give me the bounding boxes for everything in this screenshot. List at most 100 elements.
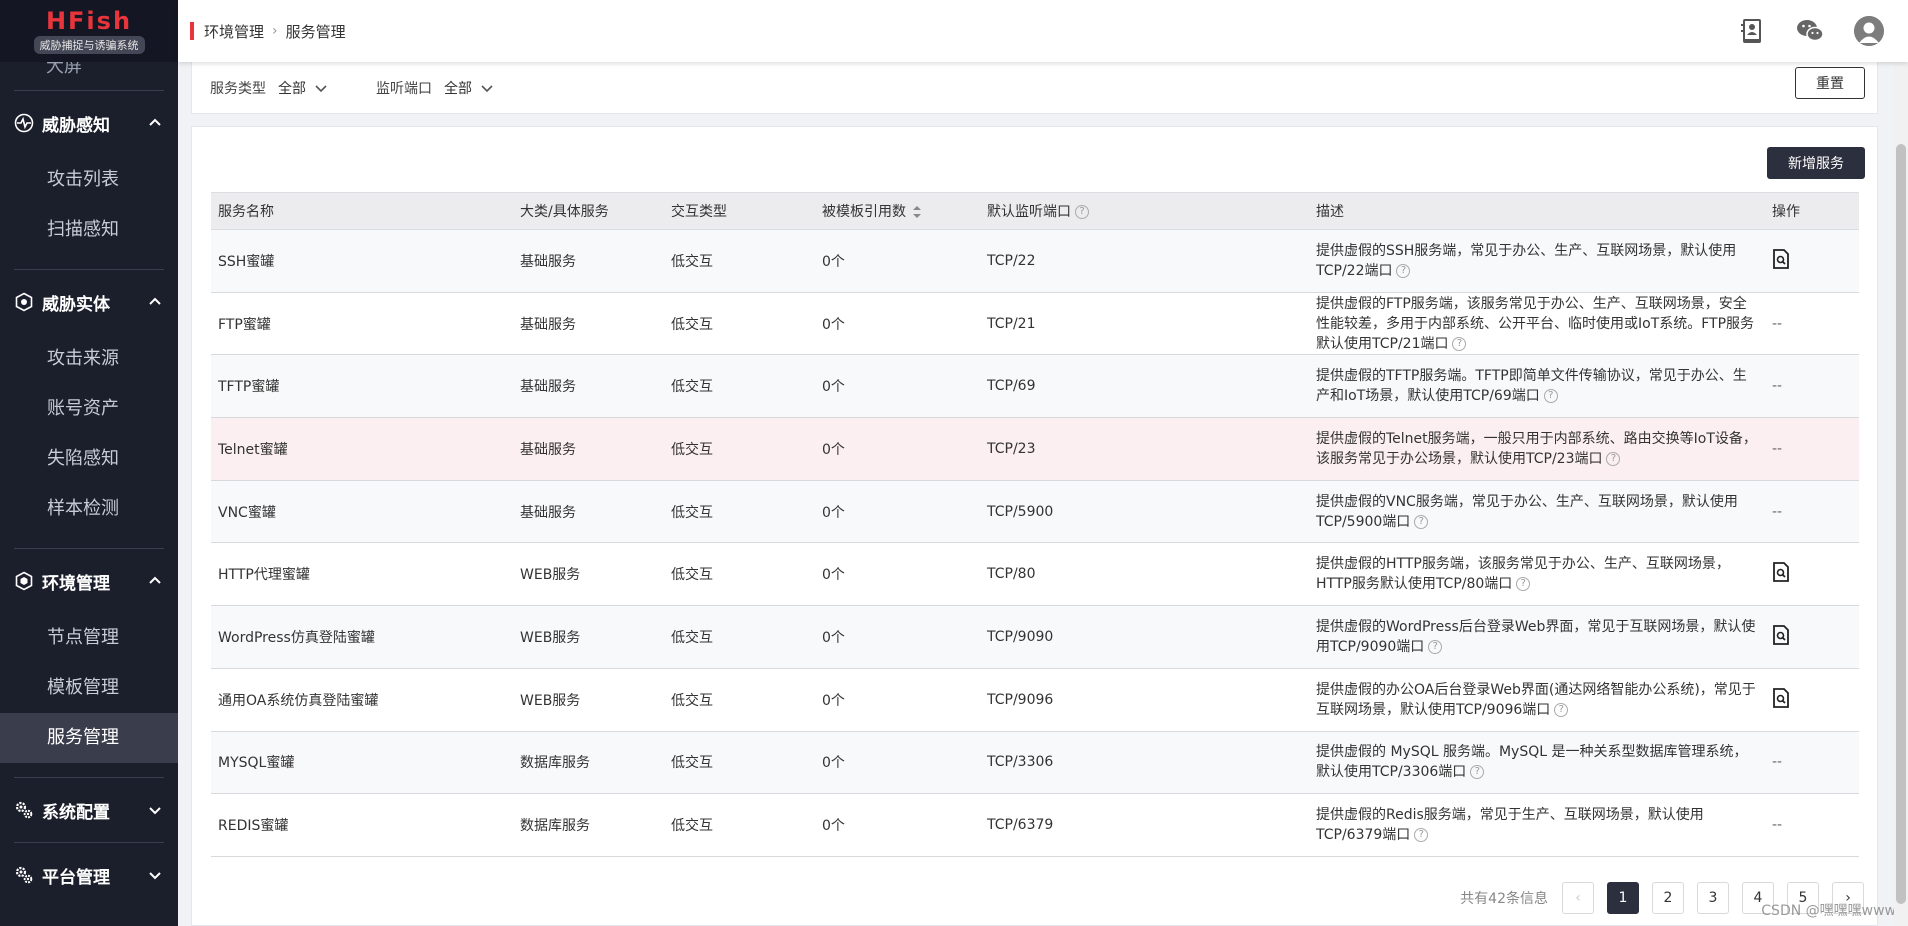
help-icon[interactable]: ? [1428,639,1443,654]
cell-desc-text: 提供虚假的Redis服务端，常见于生产、互联网场景，默认使用TCP/6379端口 [1316,807,1704,844]
chevron-down-icon [149,807,161,815]
help-icon[interactable]: ? [1075,205,1089,219]
table-row[interactable]: WordPress仿真登陆蜜罐 WEB服务 低交互 0个 TCP/9090 提供虚假的Wo… [211,605,1859,669]
view-document-icon[interactable] [1772,248,1790,269]
cell-name: TFTP蜜罐 [211,354,513,419]
table-row[interactable]: MYSQL蜜罐 数据库服务 低交互 0个 TCP/3306 提供虚假的 MySQL 服务端… [211,731,1859,795]
sidebar-item-attack-list[interactable]: 攻击列表 [0,155,178,205]
cell-category: 基础服务 [513,292,664,356]
help-icon[interactable]: ? [1554,702,1569,717]
add-service-button[interactable]: 新增服务 [1767,147,1865,179]
contact-book-icon[interactable] [1738,17,1766,45]
listen-port-select[interactable]: 全部 [444,78,472,98]
sidebar-item-account-assets[interactable]: 账号资产 [0,384,178,434]
ops-placeholder: -- [1772,440,1783,457]
table-row[interactable]: HTTP代理蜜罐 WEB服务 低交互 0个 TCP/80 提供虚假的HTTP服务端，该服务… [211,542,1859,607]
cell-refs: 0个 [815,292,980,356]
cell-desc-text: 提供虚假的SSH服务端，常见于办公、生产、互联网场景，默认使用TCP/22端口 [1316,242,1737,279]
chevron-up-icon [149,576,161,584]
sidebar-item-scan-perception[interactable]: 扫描感知 [0,205,178,255]
page-button[interactable]: 3 [1697,882,1729,914]
table-row[interactable]: Telnet蜜罐 基础服务 低交互 0个 TCP/23 提供虚假的Telnet服务端，一般… [211,417,1859,481]
chevron-up-icon [149,297,161,305]
help-icon[interactable]: ? [1452,336,1467,351]
nav-group-threat-entity[interactable]: 威胁实体 [0,270,178,334]
nav-group-threat-perception[interactable]: 威胁感知 [0,91,178,155]
view-document-icon[interactable] [1772,562,1790,583]
filter-bar: 服务类型 全部 监听端口 全部 重置 [191,62,1878,114]
cell-refs: 0个 [815,668,980,732]
cell-port: TCP/23 [980,417,1309,481]
view-document-icon[interactable] [1772,625,1790,645]
cell-category: 数据库服务 [513,731,664,795]
help-icon[interactable]: ? [1516,577,1531,592]
cell-category: 基础服务 [513,229,664,293]
view-document-icon[interactable] [1772,687,1790,708]
help-icon[interactable]: ? [1470,765,1485,780]
breadcrumb-item[interactable]: 环境管理 [204,21,264,42]
cell-refs: 0个 [815,480,980,544]
help-icon[interactable]: ? [1414,828,1429,843]
cell-interaction: 低交互 [664,731,815,795]
table-row[interactable]: FTP蜜罐 基础服务 低交互 0个 TCP/21 提供虚假的FTP服务端，该服务常见于办公… [211,292,1859,356]
logo[interactable]: HFish 威胁捕捉与诱骗系统 [0,0,178,62]
column-header-refs[interactable]: 被模板引用数 [815,192,980,230]
column-header-category: 大类/具体服务 [513,192,664,230]
table-row[interactable]: VNC蜜罐 基础服务 低交互 0个 TCP/5900 提供虚假的VNC服务端，常见于办公、… [211,480,1859,544]
cell-port: TCP/3306 [980,731,1309,795]
cell-interaction: 低交互 [664,605,815,669]
cell-refs: 0个 [815,731,980,795]
nav-group-label: 环境管理 [42,573,110,594]
nav-group-system-config[interactable]: 系统配置 [0,778,178,842]
scrollbar-thumb[interactable] [1896,144,1906,904]
table-row[interactable]: SSH蜜罐 基础服务 低交互 0个 TCP/22 提供虚假的SSH服务端，常见于办公、生产… [211,229,1859,293]
sidebar-item-node-management[interactable]: 节点管理 [0,613,178,663]
service-list-card: 新增服务 服务名称 大类/具体服务 交互类型 被模板引用数 默认监听端口? 描述… [191,126,1878,926]
cell-desc: 提供虚假的Telnet服务端，一般只用于内部系统、路由交换等IoT设备，该服务常… [1309,417,1765,481]
cell-port: TCP/69 [980,354,1309,419]
service-type-select[interactable]: 全部 [278,78,306,98]
reset-button[interactable]: 重置 [1795,67,1865,99]
gears-icon [14,800,34,820]
chevron-down-icon[interactable] [314,81,328,95]
sidebar-item-attack-source[interactable]: 攻击来源 [0,334,178,384]
column-header-port-label: 默认监听端口 [987,204,1071,220]
sidebar-item-compromise-perception[interactable]: 失陷感知 [0,434,178,484]
column-header-ops: 操作 [1765,192,1859,230]
sort-icon[interactable] [912,205,922,219]
column-header-port: 默认监听端口? [980,192,1309,230]
page-button[interactable]: 1 [1607,882,1639,914]
watermark: CSDN @嘿嘿嘿www [1761,903,1896,919]
chevron-down-icon[interactable] [480,81,494,95]
prev-page-button[interactable]: ‹ [1562,882,1594,914]
listen-port-label: 监听端口 [376,80,432,97]
cell-desc: 提供虚假的TFTP服务端。TFTP即简单文件传输协议，常见于办公、生产和IoT场… [1309,354,1765,419]
help-icon[interactable]: ? [1543,389,1558,404]
page-button[interactable]: 2 [1652,882,1684,914]
cell-name: MYSQL蜜罐 [211,731,513,795]
cell-desc: 提供虚假的办公OA后台登录Web界面(通达网络智能办公系统)，常见于互联网场景，… [1309,668,1765,732]
cell-desc-text: 提供虚假的WordPress后台登录Web界面，常见于互联网场景，默认使用TCP… [1316,618,1756,655]
cell-refs: 0个 [815,229,980,293]
nav-group-environment[interactable]: 环境管理 [0,549,178,613]
cell-name: FTP蜜罐 [211,292,513,356]
user-avatar-icon[interactable] [1854,16,1884,46]
nav-group-platform-management[interactable]: 平台管理 [0,843,178,907]
cell-name: HTTP代理蜜罐 [211,542,513,607]
cell-name: WordPress仿真登陆蜜罐 [211,605,513,669]
table-row[interactable]: TFTP蜜罐 基础服务 低交互 0个 TCP/69 提供虚假的TFTP服务端。TFTP即简… [211,354,1859,419]
sidebar-item-template-management[interactable]: 模板管理 [0,663,178,713]
sidebar-item-service-management[interactable]: 服务管理 [0,713,178,763]
sidebar-item-dashboard[interactable]: 大屏 [0,62,178,90]
help-icon[interactable]: ? [1414,514,1429,529]
logo-subtitle: 威胁捕捉与诱骗系统 [33,36,145,54]
help-icon[interactable]: ? [1396,263,1411,278]
cell-desc: 提供虚假的WordPress后台登录Web界面，常见于互联网场景，默认使用TCP… [1309,605,1765,669]
table-row[interactable]: 通用OA系统仿真登陆蜜罐 WEB服务 低交互 0个 TCP/9096 提供虚假的办公OA后… [211,668,1859,732]
wechat-icon[interactable] [1796,17,1824,45]
sidebar: HFish 威胁捕捉与诱骗系统 大屏 威胁感知 攻击列表 扫描感知 威胁实体 攻… [0,0,178,926]
help-icon[interactable]: ? [1606,451,1621,466]
table-row[interactable]: REDIS蜜罐 数据库服务 低交互 0个 TCP/6379 提供虚假的Redis服务端，常… [211,793,1859,857]
scrollbar[interactable] [1894,62,1908,926]
sidebar-item-sample-detection[interactable]: 样本检测 [0,484,178,534]
